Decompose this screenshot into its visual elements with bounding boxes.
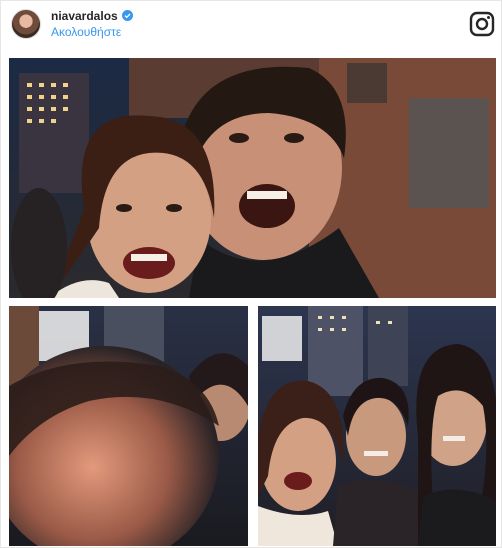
photo-group-selfie[interactable]	[258, 306, 496, 546]
verified-badge-icon	[122, 10, 133, 21]
instagram-icon[interactable]	[469, 11, 495, 37]
instagram-embed-card: niavardalos Ακολουθήστε	[0, 0, 502, 548]
avatar[interactable]	[11, 9, 41, 39]
photo-selfie-couple[interactable]	[9, 58, 496, 298]
username-link[interactable]: niavardalos	[51, 9, 118, 23]
follow-link[interactable]: Ακολουθήστε	[51, 25, 121, 39]
post-header: niavardalos Ακολουθήστε	[1, 1, 502, 57]
photo-blurred-selfie[interactable]	[9, 306, 248, 546]
